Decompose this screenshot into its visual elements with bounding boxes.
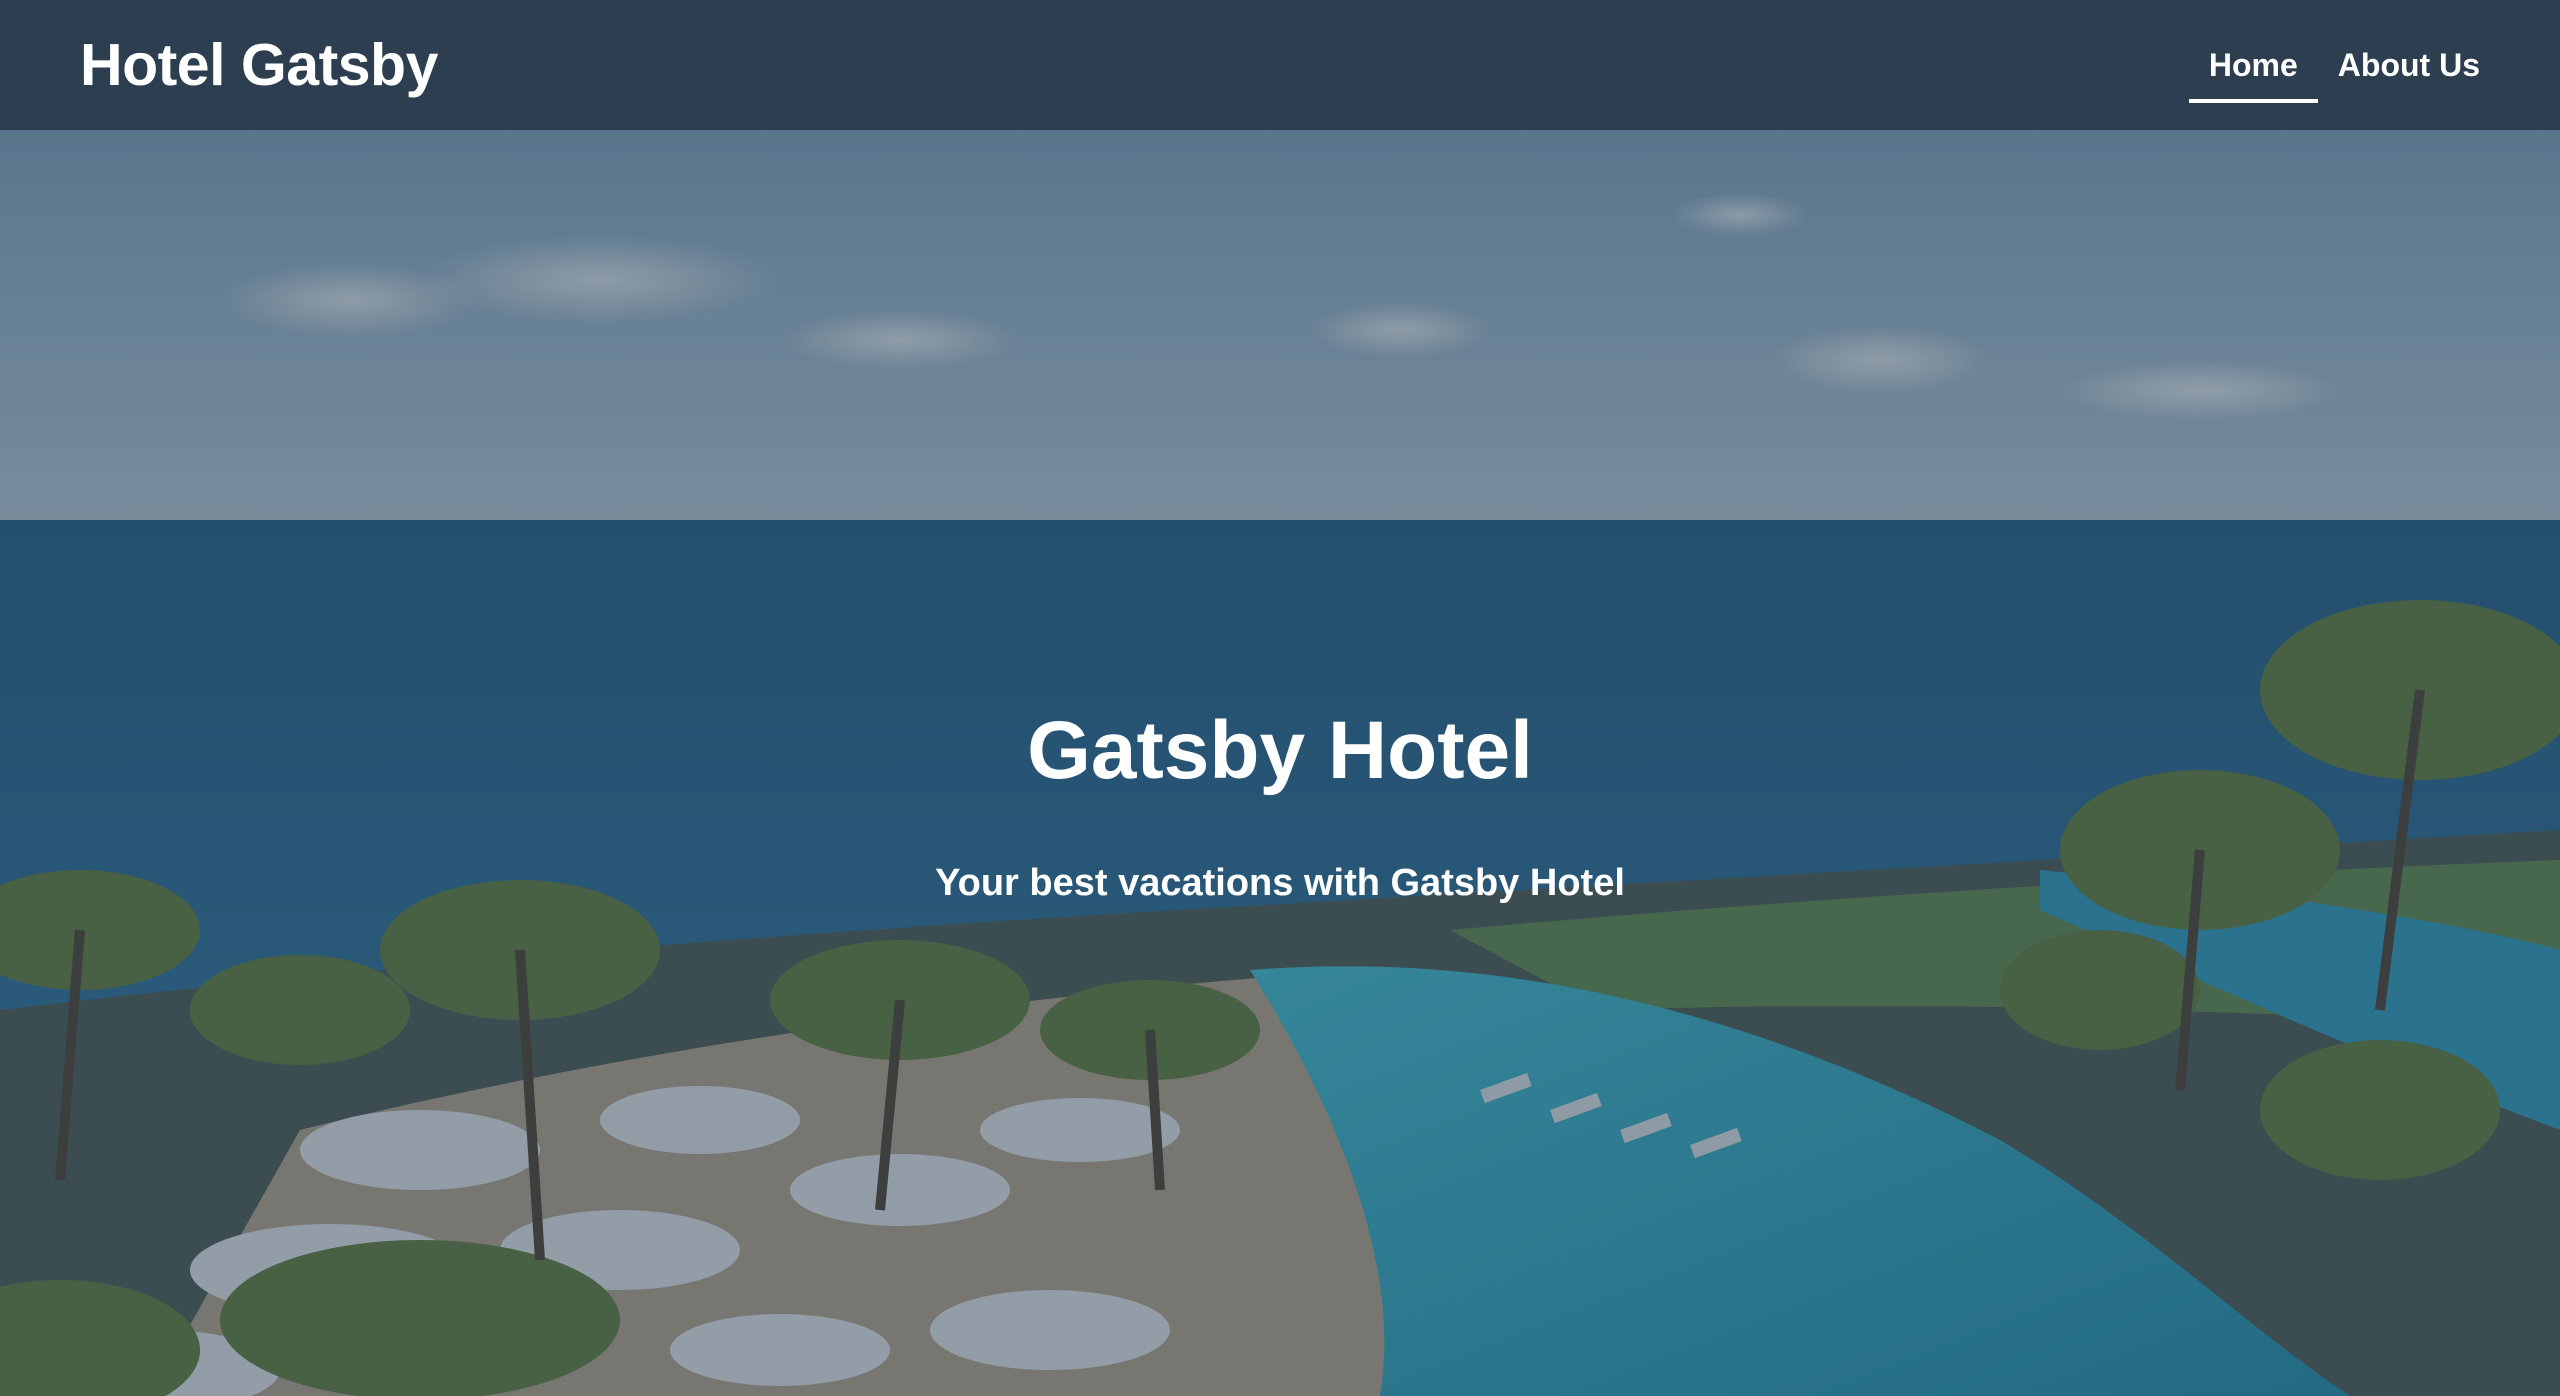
nav-home-link[interactable]: Home bbox=[2188, 0, 2318, 130]
nav-about-link[interactable]: About Us bbox=[2318, 0, 2500, 130]
hero-text-block: Gatsby Hotel Your best vacations with Ga… bbox=[0, 705, 2560, 904]
hero-subtitle: Your best vacations with Gatsby Hotel bbox=[935, 862, 1625, 904]
main-nav: Home About Us bbox=[2188, 0, 2500, 130]
nav-home-label: Home bbox=[2208, 47, 2298, 83]
nav-about-label: About Us bbox=[2337, 47, 2480, 83]
site-title[interactable]: Hotel Gatsby bbox=[80, 31, 438, 99]
hero-title: Gatsby Hotel bbox=[1027, 705, 1533, 796]
site-header: Hotel Gatsby Home About Us bbox=[0, 0, 2560, 130]
hero-section: Gatsby Hotel Your best vacations with Ga… bbox=[0, 130, 2560, 1396]
active-nav-underline bbox=[2188, 99, 2318, 103]
